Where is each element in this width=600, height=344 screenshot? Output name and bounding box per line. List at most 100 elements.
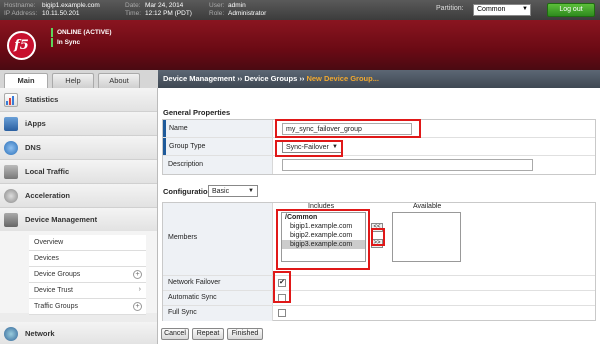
top-info-bar: Hostname: bigip1.example.com IP Address: 1… (0, 0, 600, 20)
submenu-item-device-groups[interactable]: Device Groups + (29, 267, 146, 283)
network-failover-row: Network Failover ✔ (163, 276, 595, 291)
name-label: Name (163, 120, 273, 137)
status-online: ONLINE (ACTIVE) (51, 28, 112, 37)
highlight-box (275, 140, 343, 157)
highlight-box (276, 209, 370, 270)
submenu-item-label: Overview (34, 239, 64, 246)
auto-sync-row: Automatic Sync (163, 291, 595, 306)
iapps-icon (4, 117, 18, 131)
ip-value: 10.11.50.201 (42, 10, 80, 17)
role-value: Administrator (228, 10, 267, 17)
sidebar-item-label: Statistics (25, 95, 59, 104)
partition-value: Common (477, 6, 506, 13)
sidebar-item-label: Device Management (25, 215, 98, 224)
partition-label: Partition: (436, 5, 464, 12)
sidebar-item-iapps[interactable]: iApps (0, 112, 157, 136)
sidebar-item-dns[interactable]: DNS (0, 136, 157, 160)
highlight-box (371, 228, 385, 246)
hostname-value: bigip1.example.com (42, 2, 100, 9)
system-status: ONLINE (ACTIVE) In Sync (51, 28, 112, 48)
breadcrumb: Device Management ›› Device Groups ›› Ne… (158, 70, 600, 88)
sidebar-item-label: Local Traffic (25, 167, 70, 176)
repeat-button[interactable]: Repeat (192, 328, 224, 340)
dns-icon (4, 141, 18, 155)
configuration-label: Configuration: (163, 187, 215, 196)
full-sync-checkbox[interactable] (278, 309, 286, 317)
device-management-icon (4, 213, 18, 227)
submenu-item-traffic-groups[interactable]: Traffic Groups + (29, 299, 146, 315)
user-value: admin (228, 2, 246, 9)
finished-button[interactable]: Finished (227, 328, 263, 340)
sidebar-item-label: iApps (25, 119, 46, 128)
breadcrumb-current: New Device Group... (306, 74, 379, 83)
role-label: Role: (209, 10, 225, 17)
submenu-item-label: Device Trust (34, 287, 73, 294)
group-type-label: Group Type (163, 138, 273, 155)
members-label: Members (163, 203, 273, 275)
status-sync: In Sync (51, 38, 112, 47)
available-listbox[interactable] (392, 212, 461, 262)
full-sync-label: Full Sync (163, 306, 273, 321)
submenu-item-device-trust[interactable]: Device Trust › (29, 283, 146, 299)
sidebar-item-statistics[interactable]: Statistics (0, 88, 157, 112)
sidebar-item-network[interactable]: Network (0, 322, 157, 344)
highlight-box (273, 271, 291, 303)
date-label: Date: (125, 2, 141, 9)
host-info: Hostname: bigip1.example.com IP Address: 1… (4, 2, 100, 18)
main-tabs: Main Help About (0, 70, 158, 88)
date-info: Date: Mar 24, 2014 Time: 12:12 PM (PDT) (125, 2, 192, 18)
general-properties-title: General Properties (163, 108, 231, 117)
sidebar: Statistics iApps DNS Local Traffic Accel… (0, 88, 158, 344)
breadcrumb-device-groups[interactable]: Device Groups (244, 74, 297, 83)
local-traffic-icon (4, 165, 18, 179)
submenu-item-overview[interactable]: Overview (29, 235, 146, 251)
user-label: User: (209, 2, 225, 9)
submenu-item-devices[interactable]: Devices (29, 251, 146, 267)
sidebar-item-device-management[interactable]: Device Management (0, 208, 157, 232)
f5-logo: f5 (7, 31, 36, 60)
date-value: Mar 24, 2014 (145, 2, 184, 9)
sidebar-item-local-traffic[interactable]: Local Traffic (0, 160, 157, 184)
breadcrumb-separator: ›› (299, 74, 305, 83)
statistics-icon (4, 93, 18, 107)
logout-button[interactable]: Log out (547, 3, 595, 17)
chevron-down-icon: ▼ (248, 188, 254, 194)
description-label: Description (163, 156, 273, 174)
configuration-select[interactable]: Basic ▼ (208, 185, 258, 197)
full-sync-row: Full Sync (163, 306, 595, 321)
tab-main[interactable]: Main (4, 73, 48, 88)
header-banner: f5 ONLINE (ACTIVE) In Sync (0, 20, 600, 70)
network-icon (4, 327, 18, 341)
configuration-value: Basic (212, 188, 230, 195)
time-value: 12:12 PM (PDT) (145, 10, 192, 17)
add-icon[interactable]: + (133, 302, 142, 311)
hostname-label: Hostname: (4, 2, 36, 9)
partition-select[interactable]: Common ▼ (473, 4, 531, 16)
ip-label: IP Address: (4, 10, 38, 17)
available-header: Available (413, 203, 442, 210)
device-management-submenu: Overview Devices Device Groups + Device … (0, 231, 157, 315)
auto-sync-label: Automatic Sync (163, 291, 273, 305)
breadcrumb-device-management[interactable]: Device Management (163, 74, 235, 83)
submenu-item-label: Traffic Groups (34, 303, 78, 310)
description-input[interactable] (282, 159, 533, 171)
submenu-item-label: Device Groups (34, 271, 81, 278)
acceleration-icon (4, 189, 18, 203)
sidebar-item-label: DNS (25, 143, 41, 152)
breadcrumb-separator: ›› (237, 74, 243, 83)
time-label: Time: (125, 10, 142, 17)
user-info: User: admin Role: Administrator (209, 2, 266, 18)
sidebar-item-label: Network (25, 329, 55, 338)
add-icon[interactable]: + (133, 270, 142, 279)
tab-help[interactable]: Help (52, 73, 94, 88)
chevron-right-icon: › (138, 286, 141, 293)
group-type-row: Group Type Sync-Failover ▼ (163, 138, 595, 156)
tab-about[interactable]: About (98, 73, 140, 88)
network-failover-label: Network Failover (163, 276, 273, 290)
sidebar-item-acceleration[interactable]: Acceleration (0, 184, 157, 208)
cancel-button[interactable]: Cancel (161, 328, 189, 340)
sidebar-item-label: Acceleration (25, 191, 71, 200)
submenu-item-label: Devices (34, 255, 59, 262)
highlight-box (275, 119, 421, 138)
configuration-table: Members Includes Available /Common bigip… (162, 202, 596, 321)
